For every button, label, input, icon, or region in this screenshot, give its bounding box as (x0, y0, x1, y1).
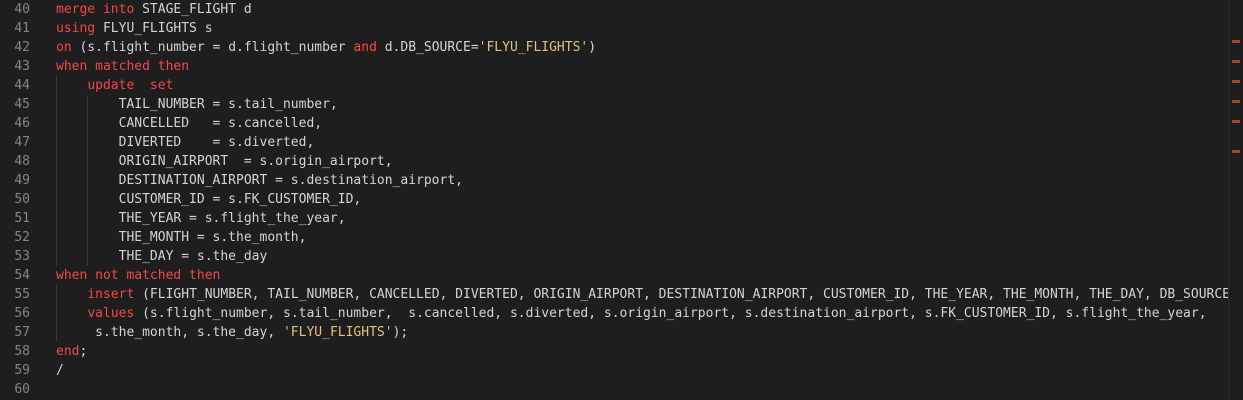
scrollbar-marker (1232, 150, 1240, 153)
code-line[interactable]: when matched then (56, 57, 189, 76)
line-number: 50 (14, 192, 30, 207)
code-text: DESTINATION_AIRPORT = s.destination_airp… (56, 173, 463, 188)
code-line[interactable]: using FLYU_FLIGHTS s (56, 19, 213, 38)
string-literal: 'FLYU_FLIGHTS' (282, 325, 393, 340)
line-number-gutter: 40 41 42 43 44 45 46 47 48 49 50 51 52 5… (0, 0, 42, 400)
code-text: s.the_month, s.the_day, (56, 325, 283, 340)
string-literal: 'FLYU_FLIGHTS' (478, 40, 589, 55)
line-number: 48 (14, 154, 30, 169)
keyword: insert (87, 287, 135, 302)
code-text: STAGE_FLIGHT d (134, 2, 252, 17)
code-area[interactable]: merge into STAGE_FLIGHT d using FLYU_FLI… (56, 0, 1238, 400)
code-text: THE_DAY = s.the_day (56, 249, 268, 264)
code-text: ) (588, 40, 597, 55)
keyword: on (56, 40, 72, 55)
code-text: d.DB_SOURCE= (376, 40, 479, 55)
line-number: 60 (14, 382, 30, 397)
code-text: FLYU_FLIGHTS s (95, 21, 213, 36)
line-number: 42 (14, 40, 30, 55)
code-text: CUSTOMER_ID = s.FK_CUSTOMER_ID, (56, 192, 362, 207)
code-line[interactable]: insert (FLIGHT_NUMBER, TAIL_NUMBER, CANC… (56, 285, 1238, 304)
keyword: merge into (56, 2, 135, 17)
scrollbar-marker (1232, 60, 1240, 63)
line-number: 52 (14, 230, 30, 245)
code-line[interactable]: DESTINATION_AIRPORT = s.destination_airp… (56, 171, 463, 190)
code-line[interactable]: THE_YEAR = s.flight_the_year, (56, 209, 346, 228)
code-text: THE_MONTH = s.the_month, (56, 230, 307, 245)
code-text: (s.flight_number, s.tail_number, s.cance… (134, 306, 1207, 321)
line-number: 57 (14, 325, 30, 340)
line-number: 56 (14, 306, 30, 321)
code-line[interactable]: / (56, 361, 64, 380)
line-number: 51 (14, 211, 30, 226)
code-line[interactable]: CANCELLED = s.cancelled, (56, 114, 323, 133)
keyword: values (87, 306, 135, 321)
scrollbar-marker (1232, 40, 1240, 43)
line-number: 53 (14, 249, 30, 264)
scrollbar-marker (1232, 80, 1240, 83)
code-text: TAIL_NUMBER = s.tail_number, (56, 97, 338, 112)
line-number: 47 (14, 135, 30, 150)
scrollbar-marker (1232, 120, 1240, 123)
keyword: and (353, 40, 377, 55)
line-number: 49 (14, 173, 30, 188)
code-line[interactable]: THE_DAY = s.the_day (56, 247, 268, 266)
code-editor[interactable]: 40 41 42 43 44 45 46 47 48 49 50 51 52 5… (0, 0, 1243, 400)
code-text: DIVERTED = s.diverted, (56, 135, 315, 150)
code-line[interactable]: update set (56, 76, 173, 95)
keyword: when matched then (56, 59, 190, 74)
line-number: 59 (14, 363, 30, 378)
code-line[interactable]: DIVERTED = s.diverted, (56, 133, 315, 152)
keyword: end (56, 344, 80, 359)
code-line[interactable]: when not matched then (56, 266, 220, 285)
code-text: ORIGIN_AIRPORT = s.origin_airport, (56, 154, 393, 169)
code-text: ); (392, 325, 409, 340)
line-number: 43 (14, 59, 30, 74)
keyword: using (56, 21, 96, 36)
line-number: 46 (14, 116, 30, 131)
code-text: CANCELLED = s.cancelled, (56, 116, 323, 131)
line-number: 40 (14, 2, 30, 17)
code-line[interactable]: CUSTOMER_ID = s.FK_CUSTOMER_ID, (56, 190, 362, 209)
code-line[interactable]: TAIL_NUMBER = s.tail_number, (56, 95, 338, 114)
code-text: (s.flight_number = d.flight_number (71, 40, 354, 55)
code-line[interactable]: end; (56, 342, 87, 361)
line-number: 44 (14, 78, 30, 93)
line-number: 58 (14, 344, 30, 359)
code-text: / (56, 363, 64, 378)
code-line[interactable]: merge into STAGE_FLIGHT d (56, 0, 252, 19)
scrollbar-marker (1232, 100, 1240, 103)
keyword: when not matched then (56, 268, 221, 283)
line-number: 55 (14, 287, 30, 302)
code-line[interactable]: ORIGIN_AIRPORT = s.origin_airport, (56, 152, 393, 171)
keyword: update set (87, 78, 174, 93)
line-number: 45 (14, 97, 30, 112)
code-line[interactable]: values (s.flight_number, s.tail_number, … (56, 304, 1207, 323)
vertical-scrollbar[interactable] (1228, 0, 1243, 400)
code-text: (FLIGHT_NUMBER, TAIL_NUMBER, CANCELLED, … (134, 287, 1238, 302)
code-text: ; (79, 344, 88, 359)
code-line[interactable]: on (s.flight_number = d.flight_number an… (56, 38, 596, 57)
line-number: 54 (14, 268, 30, 283)
code-text: THE_YEAR = s.flight_the_year, (56, 211, 346, 226)
code-line[interactable]: s.the_month, s.the_day, 'FLYU_FLIGHTS'); (56, 323, 408, 342)
line-number: 41 (14, 21, 30, 36)
code-line[interactable]: THE_MONTH = s.the_month, (56, 228, 307, 247)
